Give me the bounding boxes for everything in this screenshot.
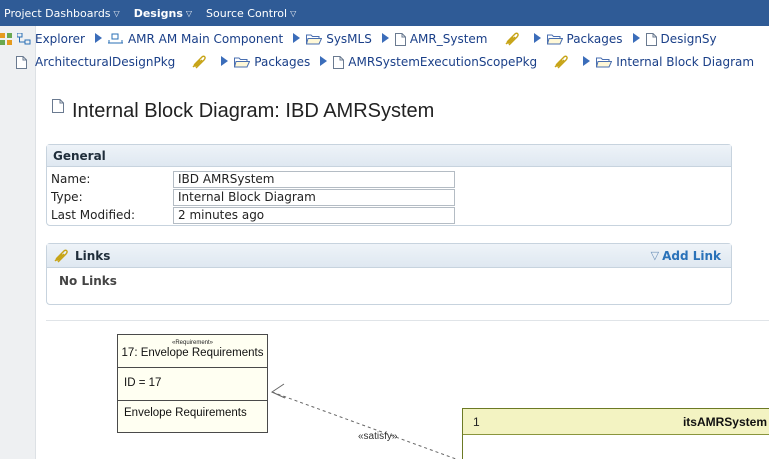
system-block-header: 1 itsAMRSystem — [463, 409, 769, 435]
system-block[interactable]: 1 itsAMRSystem — [462, 408, 769, 459]
satisfy-label: «satisfy» — [358, 431, 398, 442]
system-name: itsAMRSystem — [682, 414, 767, 429]
requirement-text: Envelope Requirements — [124, 407, 247, 419]
requirement-id: ID = 17 — [118, 368, 267, 401]
requirement-header: «Requirement» 17: Envelope Requirements — [118, 335, 267, 368]
satisfy-connector[interactable] — [0, 0, 769, 459]
requirement-block[interactable]: «Requirement» 17: Envelope Requirements … — [117, 334, 268, 433]
ibd-page: Project Dashboards ▽ Designs ▽ Source Co… — [0, 0, 769, 459]
system-multiplicity: 1 — [473, 414, 480, 429]
requirement-stereotype: «Requirement» — [171, 340, 214, 346]
requirement-name: 17: Envelope Requirements — [121, 347, 264, 359]
